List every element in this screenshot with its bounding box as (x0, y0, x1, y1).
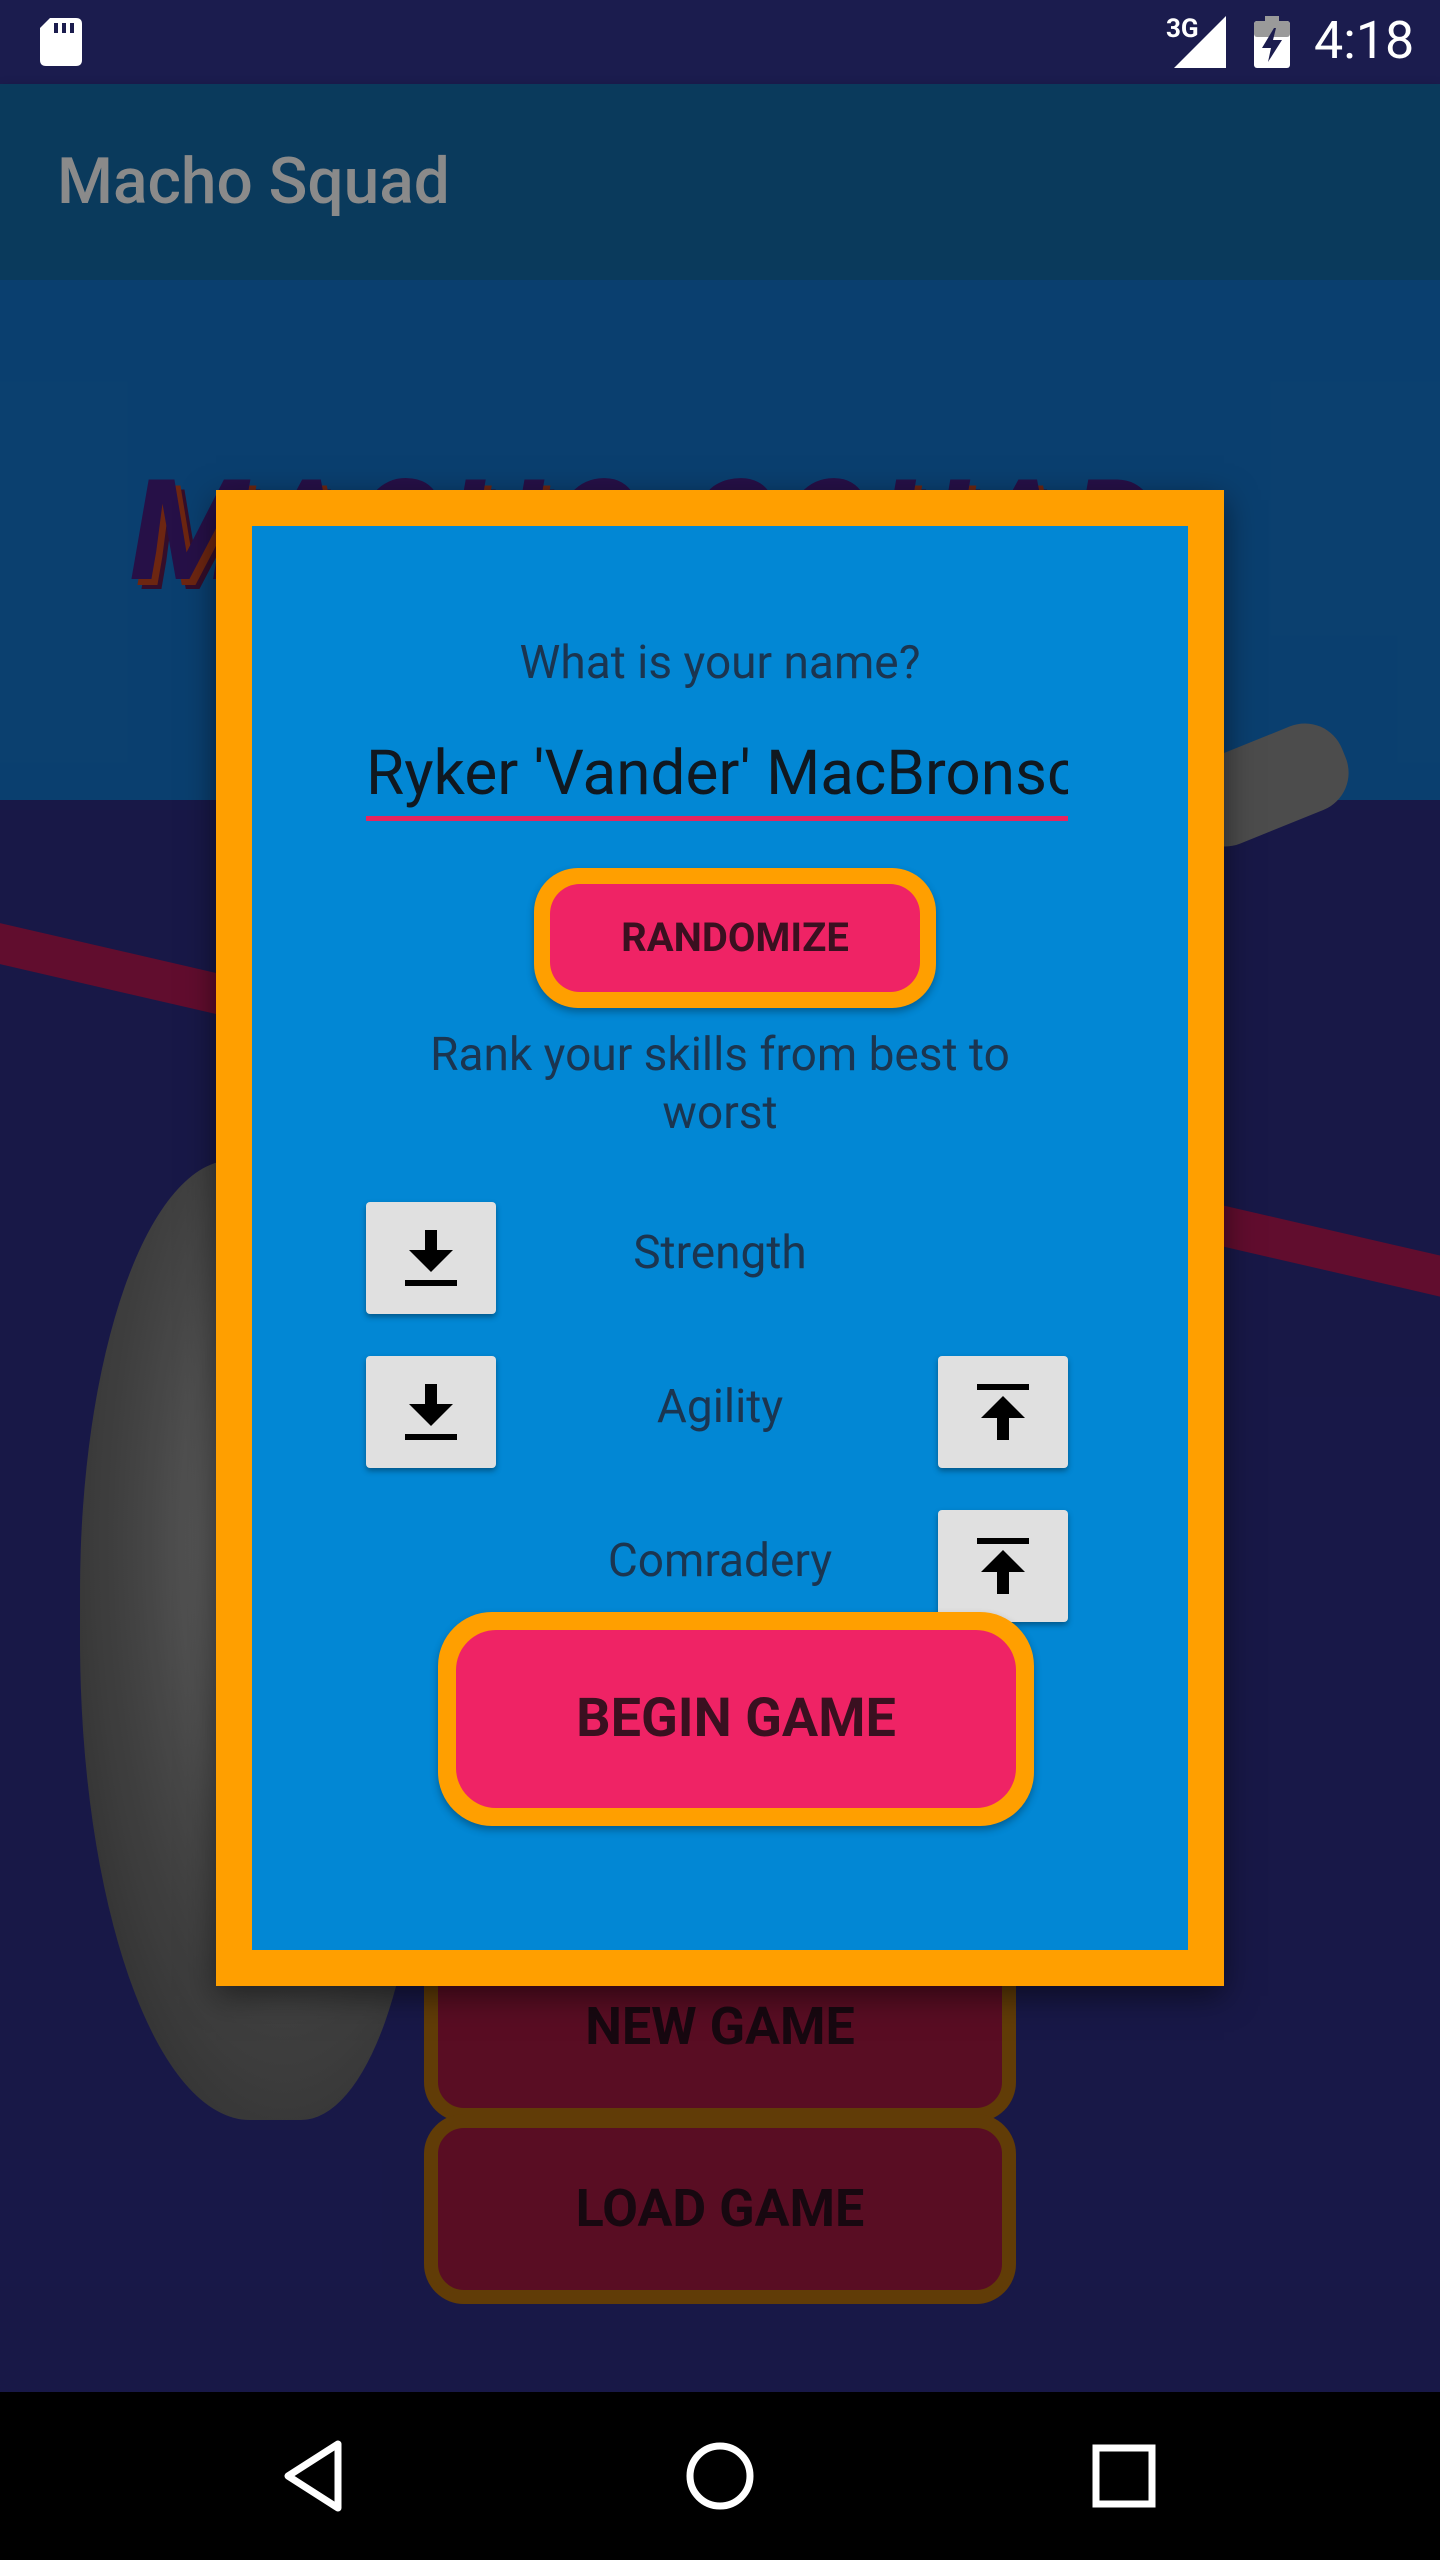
rank-prompt: Rank your skills from best to worst (430, 1028, 1010, 1140)
agility-move-up-button[interactable] (938, 1356, 1068, 1468)
move-up-icon (977, 1538, 1029, 1594)
name-input[interactable] (366, 731, 1068, 821)
name-question: What is your name? (519, 636, 921, 690)
comradery-move-up-button[interactable] (938, 1510, 1068, 1622)
begin-game-button[interactable]: BEGIN GAME (456, 1630, 1016, 1808)
signal-icon (1174, 16, 1226, 68)
randomize-button-frame: RANDOMIZE (534, 868, 936, 1008)
home-icon[interactable] (680, 2436, 760, 2516)
navigation-bar (0, 2392, 1440, 2560)
app-bar: Macho Squad (0, 84, 1440, 280)
randomize-button[interactable]: RANDOMIZE (550, 884, 920, 992)
dialog-content: What is your name? RANDOMIZE Rank your s… (252, 526, 1188, 1950)
sd-card-icon (40, 18, 82, 66)
status-bar: 3G 4:18 (0, 0, 1440, 84)
skill-label-strength: Strength (633, 1226, 807, 1280)
character-dialog: What is your name? RANDOMIZE Rank your s… (216, 490, 1224, 1986)
back-icon[interactable] (276, 2436, 356, 2516)
move-up-icon (977, 1384, 1029, 1440)
begin-game-button-frame: BEGIN GAME (438, 1612, 1034, 1826)
clock: 4:18 (1314, 10, 1415, 71)
battery-charging-icon (1254, 16, 1290, 68)
app-title: Macho Squad (57, 144, 450, 219)
recents-icon[interactable] (1084, 2436, 1164, 2516)
